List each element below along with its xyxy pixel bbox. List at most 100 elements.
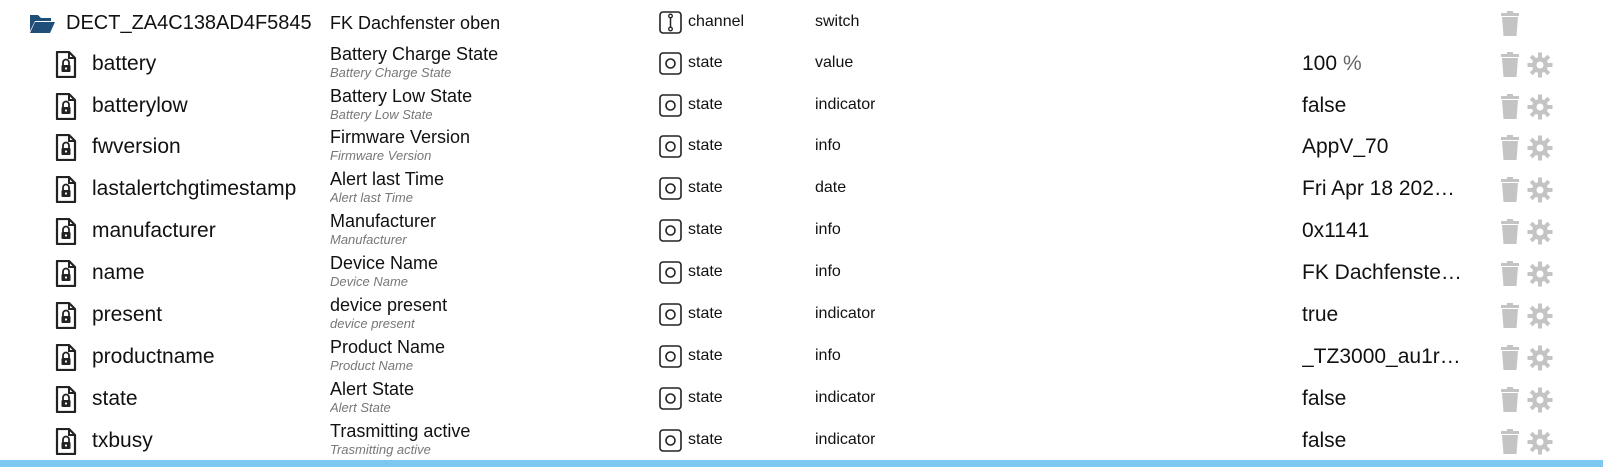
delete-icon[interactable] [1499, 345, 1521, 370]
state-value-text: false [1302, 94, 1347, 117]
state-role: indicator [815, 305, 876, 322]
state-type-icon [659, 219, 682, 242]
channel-row[interactable]: DECT_ZA4C138AD4F5845 FK Dachfenster oben… [0, 1, 1603, 43]
channel-type-icon [659, 11, 682, 34]
delete-icon[interactable] [1499, 94, 1521, 119]
state-name-main: Trasmitting active [330, 421, 471, 441]
state-name-desc: Alert last Time [330, 190, 413, 205]
state-value[interactable]: 100% [1302, 52, 1462, 76]
state-name: Alert State Alert State [330, 378, 630, 415]
state-value-text: true [1302, 303, 1339, 326]
state-name-main: Product Name [330, 337, 446, 357]
settings-gear-icon[interactable] [1527, 345, 1553, 371]
delete-icon[interactable] [1499, 52, 1521, 77]
state-name-main: device present [330, 295, 448, 315]
state-value-text: 0x1141 [1302, 219, 1370, 242]
state-type: state [688, 137, 723, 154]
settings-gear-icon[interactable] [1527, 429, 1553, 455]
state-value[interactable]: 0x1141 [1302, 219, 1462, 243]
table-row[interactable]: txbusy Trasmitting active Trasmitting acti… [0, 419, 1603, 461]
state-value-text: _TZ3000_au1r… [1302, 345, 1461, 368]
table-row[interactable]: batterylow Battery Low State Battery Low S… [0, 84, 1603, 126]
state-value[interactable]: AppV_70 [1302, 135, 1462, 159]
state-value[interactable]: false [1302, 429, 1462, 453]
table-row[interactable]: state Alert State Alert State state indicato… [0, 377, 1603, 419]
state-id: productname [92, 345, 215, 368]
state-type-icon [659, 303, 682, 326]
settings-gear-icon[interactable] [1527, 387, 1553, 413]
state-value-unit: % [1343, 52, 1362, 75]
state-id: txbusy [92, 429, 153, 452]
table-row[interactable]: battery Battery Charge State Battery Charg… [0, 42, 1603, 84]
delete-icon[interactable] [1499, 261, 1521, 286]
settings-gear-icon[interactable] [1527, 303, 1553, 329]
state-name: Device Name Device Name [330, 252, 630, 289]
table-row[interactable]: lastalertchgtimestamp Alert last Time Aler… [0, 167, 1603, 209]
state-id: lastalertchgtimestamp [92, 177, 297, 200]
state-type: state [688, 221, 723, 238]
state-name-desc: Firmware Version [330, 148, 432, 163]
delete-icon[interactable] [1499, 11, 1521, 36]
state-name-main: Manufacturer [330, 211, 437, 231]
delete-icon[interactable] [1499, 303, 1521, 328]
state-name-desc: Device Name [330, 274, 409, 289]
state-name: device present device present [330, 294, 630, 331]
state-id: state [92, 387, 138, 410]
state-name-desc: Battery Low State [330, 107, 433, 122]
state-id: present [92, 303, 163, 326]
state-value[interactable]: FK Dachfenste… [1302, 261, 1462, 285]
state-id: manufacturer [92, 219, 216, 242]
state-value-text: FK Dachfenste… [1302, 261, 1462, 284]
delete-icon[interactable] [1499, 429, 1521, 454]
settings-gear-icon[interactable] [1527, 219, 1553, 245]
state-name-main: Alert State [330, 379, 415, 399]
table-row[interactable]: name Device Name Device Name state info FK Da… [0, 251, 1603, 293]
settings-gear-icon[interactable] [1527, 177, 1553, 203]
state-type: state [688, 389, 723, 406]
file-lock-icon [55, 93, 77, 120]
delete-icon[interactable] [1499, 177, 1521, 202]
state-value[interactable]: false [1302, 387, 1462, 411]
state-type: state [688, 347, 723, 364]
state-name-main: Battery Charge State [330, 44, 499, 64]
state-value[interactable]: true [1302, 303, 1462, 327]
folder-open-icon[interactable] [29, 12, 56, 34]
state-name-main: Firmware Version [330, 127, 471, 147]
table-row[interactable]: fwversion Firmware Version Firmware Versio… [0, 125, 1603, 167]
settings-gear-icon[interactable] [1527, 135, 1553, 161]
table-row[interactable]: manufacturer Manufacturer Manufacturer stat… [0, 209, 1603, 251]
state-role: indicator [815, 389, 876, 406]
state-id: battery [92, 52, 157, 75]
object-table: DECT_ZA4C138AD4F5845 FK Dachfenster oben… [0, 0, 1603, 467]
delete-icon[interactable] [1499, 135, 1521, 160]
delete-icon[interactable] [1499, 219, 1521, 244]
state-name: Battery Charge State Battery Charge State [330, 43, 630, 80]
state-role: date [815, 179, 847, 196]
state-type: state [688, 179, 723, 196]
file-lock-icon [55, 260, 77, 287]
selection-bar [0, 460, 1603, 467]
state-name-desc: Manufacturer [330, 232, 407, 247]
settings-gear-icon[interactable] [1527, 52, 1553, 78]
delete-icon[interactable] [1499, 387, 1521, 412]
state-name-main: Alert last Time [330, 169, 445, 189]
state-role: info [815, 137, 841, 154]
state-type-icon [659, 135, 682, 158]
settings-gear-icon[interactable] [1527, 261, 1553, 287]
state-value[interactable]: false [1302, 94, 1462, 118]
state-value-text: false [1302, 387, 1347, 410]
state-value[interactable]: Fri Apr 18 202… [1302, 177, 1462, 201]
table-row[interactable]: productname Product Name Product Name state… [0, 335, 1603, 377]
settings-gear-icon[interactable] [1527, 94, 1553, 120]
state-value[interactable]: _TZ3000_au1r… [1302, 345, 1462, 369]
state-id: batterylow [92, 94, 188, 117]
state-role: indicator [815, 96, 876, 113]
state-type-icon [659, 52, 682, 75]
state-type: state [688, 263, 723, 280]
state-name: Manufacturer Manufacturer [330, 210, 630, 247]
channel-name: FK Dachfenster oben [330, 13, 501, 33]
state-name-desc: Battery Charge State [330, 65, 452, 80]
table-row[interactable]: present device present device present state… [0, 293, 1603, 335]
state-name-desc: Alert State [330, 400, 391, 415]
file-lock-icon [55, 218, 77, 245]
